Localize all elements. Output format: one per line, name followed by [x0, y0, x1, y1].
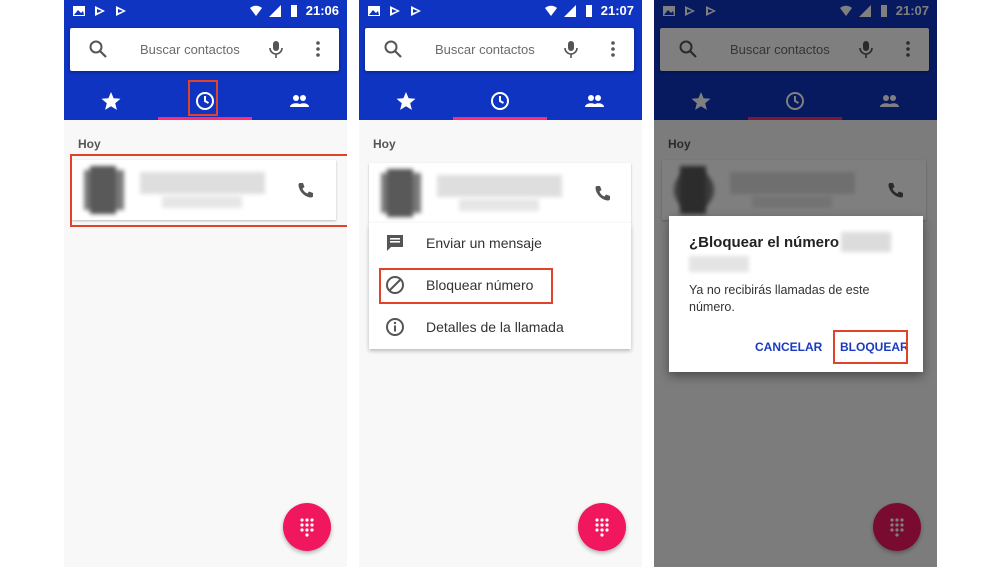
search-bar[interactable]: Buscar contactos [70, 28, 339, 71]
highlight-box [833, 330, 908, 364]
people-icon [585, 95, 604, 107]
dialog-title: ¿Bloquear el número [689, 234, 840, 251]
battery-icon [585, 4, 592, 17]
call-log-entry[interactable] [369, 163, 631, 223]
play-store-icon [390, 6, 400, 16]
tab-indicator [158, 117, 252, 120]
blurred-phone-number [841, 232, 891, 252]
tab-contacts[interactable] [547, 80, 641, 120]
dialpad-button[interactable] [283, 503, 331, 551]
search-bar[interactable]: Buscar contactos [365, 28, 634, 71]
dialpad-icon [595, 518, 609, 537]
clock-icon [491, 92, 509, 110]
clock-time: 21:07 [600, 3, 634, 18]
dialpad-button[interactable] [578, 503, 626, 551]
play-store-icon [116, 6, 126, 16]
more-options-icon[interactable] [308, 39, 328, 59]
search-input[interactable]: Buscar contactos [140, 42, 240, 57]
tab-favorites[interactable] [64, 80, 158, 120]
signal-icon [268, 4, 281, 17]
wifi-icon [249, 5, 262, 16]
search-icon [89, 40, 107, 58]
highlight-box [70, 154, 347, 227]
search-input[interactable]: Buscar contactos [435, 42, 535, 57]
section-header-today: Hoy [78, 137, 101, 151]
tab-favorites[interactable] [359, 80, 453, 120]
status-bar: 21:06 [64, 0, 347, 22]
cancel-button[interactable]: CANCELAR [755, 340, 822, 354]
app-bar: Buscar contactos [64, 22, 347, 120]
tab-recents[interactable] [453, 80, 547, 120]
message-icon [387, 235, 403, 251]
tab-bar [359, 80, 642, 120]
signal-icon [563, 4, 576, 17]
avatar-overlay [387, 169, 413, 217]
status-bar: 21:07 [359, 0, 642, 22]
people-icon [290, 95, 309, 107]
phone-icon[interactable] [593, 183, 613, 203]
blurred-contact-name [437, 175, 562, 197]
microphone-icon[interactable] [266, 39, 286, 59]
menu-item-label: Enviar un mensaje [426, 235, 542, 251]
tab-indicator [453, 117, 547, 120]
play-store-icon [95, 6, 105, 16]
microphone-icon[interactable] [561, 39, 581, 59]
blurred-call-detail [459, 199, 539, 211]
search-icon [384, 40, 402, 58]
dialpad-icon [300, 518, 314, 537]
app-bar: Buscar contactos [359, 22, 642, 120]
wifi-icon [544, 5, 557, 16]
tab-contacts[interactable] [252, 80, 346, 120]
menu-item-call-details[interactable]: Detalles de la llamada [369, 307, 631, 347]
image-icon [368, 6, 380, 16]
dialog-message: Ya no recibirás llamadas de este número. [689, 283, 870, 314]
block-number-dialog: ¿Bloquear el número Ya no recibirás llam… [669, 216, 923, 372]
phone-screen-context-menu: 21:07 Buscar contactos Hoy Enviar un men… [359, 0, 642, 567]
highlight-box [379, 268, 553, 304]
battery-icon [290, 4, 297, 17]
star-icon [101, 92, 121, 110]
image-icon [73, 6, 85, 16]
star-icon [396, 92, 416, 110]
clock-time: 21:06 [305, 3, 339, 18]
info-icon [386, 318, 404, 336]
menu-item-label: Detalles de la llamada [426, 319, 564, 335]
more-options-icon[interactable] [603, 39, 623, 59]
menu-item-send-message[interactable]: Enviar un mensaje [369, 223, 631, 263]
blurred-phone-number [689, 256, 749, 272]
section-header-today: Hoy [373, 137, 396, 151]
play-store-icon [411, 6, 421, 16]
phone-screen-call-log: 21:06 Buscar contactos Hoy [64, 0, 347, 567]
highlight-box [188, 80, 218, 116]
phone-screen-block-dialog: 21:07 Buscar contactos Hoy ¿Bloquear el … [654, 0, 937, 567]
